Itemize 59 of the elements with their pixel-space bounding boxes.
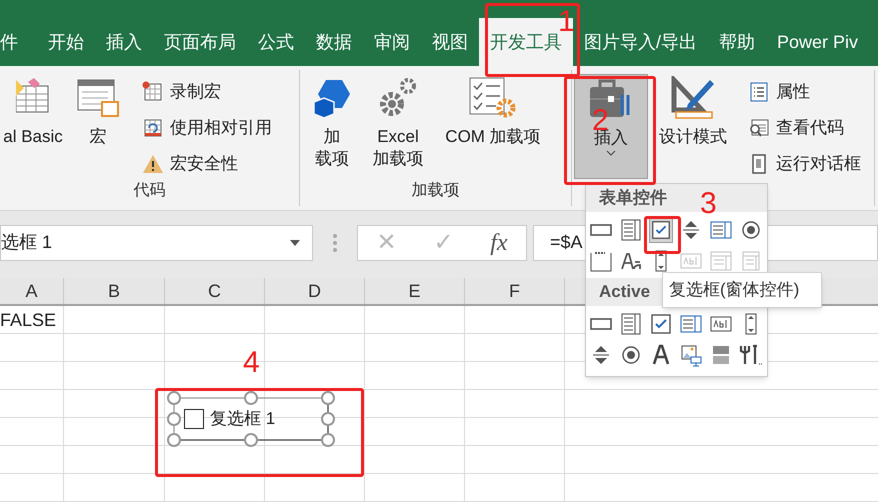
- combo-edit-control-icon: [709, 248, 733, 272]
- ribbon-small-button[interactable]: 属性: [748, 76, 861, 108]
- tools-control-icon: [739, 342, 763, 366]
- ribbon-small-button[interactable]: 宏安全性: [142, 148, 272, 180]
- menu-section-title: 表单控件: [599, 187, 667, 210]
- combo-control-icon: [619, 312, 643, 336]
- ribbon-tab[interactable]: 件: [0, 18, 37, 66]
- column-header[interactable]: C: [165, 278, 265, 304]
- ribbon-small-button[interactable]: 使用相对引用: [142, 112, 272, 144]
- image-control-icon: [679, 342, 703, 366]
- group-label: 代码: [134, 181, 166, 202]
- ribbon-tab[interactable]: 视图: [421, 18, 479, 66]
- ribbon-small-button[interactable]: 录制宏: [142, 76, 272, 108]
- form-checkbox-control[interactable]: 复选框 1: [167, 391, 335, 447]
- properties-list-icon: [748, 80, 770, 103]
- relative-reference-icon: [142, 116, 164, 139]
- caret-icon: [606, 149, 616, 158]
- checklist-gear-icon: [468, 76, 518, 120]
- ribbon-large-button[interactable]: 加 载项: [302, 74, 362, 180]
- ribbon-large-button[interactable]: COM 加载项: [434, 74, 552, 180]
- combo-control-icon: [619, 218, 643, 242]
- ribbon-tab[interactable]: 帮助: [708, 18, 766, 66]
- column-header[interactable]: F: [465, 278, 565, 304]
- ribbon-large-button[interactable]: 设计模式: [652, 74, 734, 180]
- ribbon-tab[interactable]: Power Piv: [766, 18, 870, 66]
- record-sheet-icon: [142, 80, 164, 103]
- ruler-pencil-icon: [670, 76, 716, 120]
- group-label: 加载项: [412, 180, 460, 202]
- checkbox[interactable]: [184, 409, 204, 429]
- ribbon-tab[interactable]: 审阅: [363, 18, 421, 66]
- annotation-number: 4: [243, 348, 260, 378]
- table-cell: FALSE: [0, 310, 56, 328]
- ribbon-small-button[interactable]: 运行对话框: [748, 148, 861, 180]
- column-header[interactable]: E: [365, 278, 465, 304]
- annotation-number: 3: [700, 189, 717, 219]
- menu-section-title: Active: [599, 281, 650, 304]
- ribbon-large-button[interactable]: al Basic: [2, 74, 64, 180]
- checkbox-control-icon: [649, 312, 673, 336]
- column-header[interactable]: B: [64, 278, 165, 304]
- name-box[interactable]: 选框 1: [0, 224, 313, 261]
- column-header[interactable]: D: [265, 278, 365, 304]
- ribbon-tab[interactable]: 页面布局: [153, 18, 247, 66]
- warning-icon: [142, 152, 164, 175]
- ribbon-tab[interactable]: 公式: [247, 18, 305, 66]
- ribbon-large-button[interactable]: Excel 加载项: [366, 74, 430, 180]
- ribbon-small-button[interactable]: 查看代码: [748, 112, 861, 144]
- ribbon-tab[interactable]: 插入: [95, 18, 153, 66]
- checkbox-label: 复选框 1: [210, 408, 276, 430]
- ribbon-tab[interactable]: 开始: [37, 18, 95, 66]
- tooltip: 复选框(窗体控件): [662, 272, 822, 308]
- formula-button[interactable]: fx: [490, 224, 508, 261]
- ribbon-tab[interactable]: 图片导入/导出: [573, 18, 708, 66]
- column-header[interactable]: A: [0, 278, 64, 304]
- annotation-frame: [644, 216, 681, 254]
- view-code-icon: [748, 116, 770, 139]
- ribbon-large-button[interactable]: 宏: [68, 74, 128, 180]
- dropdown-caret-icon: [290, 240, 300, 246]
- ribbon-tab[interactable]: 数据: [305, 18, 363, 66]
- drag-handle-icon: [332, 232, 338, 253]
